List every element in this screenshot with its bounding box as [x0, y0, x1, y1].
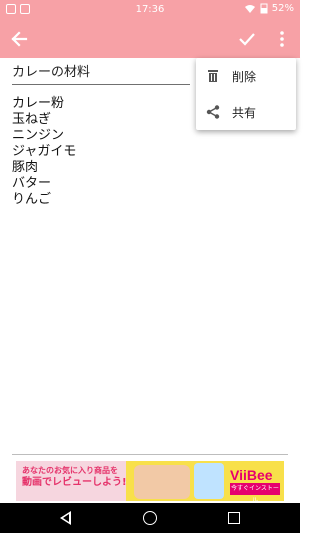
- ad-copy: あなたのお気に入り商品を 動画でレビューしよう!: [22, 465, 127, 489]
- status-icons-right: 52%: [244, 3, 294, 14]
- nav-recents-icon[interactable]: [228, 512, 240, 524]
- note-line: ニンジン: [12, 128, 65, 143]
- divider: [12, 454, 288, 455]
- overflow-menu: 削除 共有: [196, 58, 296, 130]
- ad-line1: あなたのお気に入り商品を: [22, 466, 118, 475]
- more-vert-icon[interactable]: [276, 30, 288, 48]
- nav-back-icon-inner: [63, 514, 69, 522]
- battery-icon: [260, 3, 268, 14]
- menu-item-label: 削除: [232, 69, 257, 84]
- wifi-icon: [244, 4, 255, 13]
- share-icon: [206, 105, 220, 119]
- menu-item-label: 共有: [232, 105, 257, 120]
- menu-item-delete[interactable]: 削除: [196, 58, 296, 94]
- check-icon[interactable]: [238, 30, 256, 48]
- ad-phone-image: [194, 463, 224, 499]
- note-line: りんご: [12, 192, 52, 207]
- menu-item-share[interactable]: 共有: [196, 94, 296, 130]
- ad-brand-name: ViiBee: [230, 467, 273, 483]
- nav-home-icon[interactable]: [143, 511, 157, 525]
- note-line: 豚肉: [12, 160, 39, 175]
- system-nav-bar: [0, 503, 300, 533]
- ad-person-image: [134, 465, 190, 499]
- note-line: バター: [12, 176, 52, 191]
- ad-banner[interactable]: あなたのお気に入り商品を 動画でレビューしよう! ViiBee 今すぐインストー…: [16, 461, 284, 501]
- arrow-left-icon[interactable]: [10, 30, 28, 48]
- battery-percent: 52%: [271, 3, 294, 14]
- note-line: ジャガイモ: [12, 144, 77, 159]
- trash-icon: [208, 70, 218, 82]
- app-bar: [0, 20, 300, 58]
- ad-install-button[interactable]: 今すぐインストール: [230, 483, 280, 501]
- ad-line2: 動画でレビューしよう!: [22, 477, 127, 488]
- status-bar: 17:36 52%: [0, 0, 300, 20]
- title-field[interactable]: カレーの材料: [12, 64, 190, 85]
